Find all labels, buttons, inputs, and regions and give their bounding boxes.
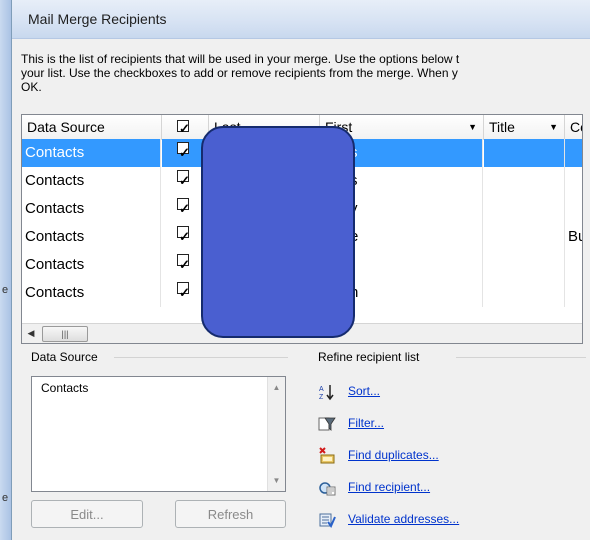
divider [456,357,586,358]
include-checkbox[interactable]: ✓ [177,282,190,300]
edit-button[interactable]: Edit... [31,500,143,528]
data-source-cell[interactable]: Contacts [22,223,161,251]
company-cell[interactable] [565,167,582,195]
company-cell[interactable] [565,139,582,167]
dropdown-arrow-icon[interactable]: ▼ [468,115,477,139]
column-header-data-source[interactable]: Data Source [22,115,162,139]
sort-az-icon: A Z [319,385,334,401]
title-cell[interactable] [484,279,565,307]
title-cell[interactable] [484,195,565,223]
list-item[interactable]: Contacts [41,381,88,395]
title-cell[interactable] [484,251,565,279]
scroll-up-icon[interactable]: ▲ [268,383,285,392]
find-recipient-link[interactable]: Find recipient... [348,480,430,494]
title-bar[interactable]: Mail Merge Recipients [12,0,590,39]
data-source-cell[interactable]: Contacts [22,139,161,167]
dropdown-arrow-icon[interactable]: ▼ [549,115,558,139]
data-source-cell[interactable]: Contacts [22,251,161,279]
instructions-text: This is the list of recipients that will… [21,52,581,94]
window-title: Mail Merge Recipients [28,11,167,27]
scroll-down-icon[interactable]: ▼ [268,476,285,485]
include-checkbox[interactable]: ✓ [177,254,190,272]
svg-text:Z: Z [319,394,324,401]
sort-link[interactable]: Sort... [348,384,380,398]
vertical-scrollbar[interactable]: ▲ ▼ [267,377,285,491]
filter-link[interactable]: Filter... [348,416,384,430]
filter-funnel-icon [318,417,336,431]
data-source-cell[interactable]: Contacts [22,195,161,223]
validate-addresses-link[interactable]: Validate addresses... [348,512,459,526]
scroll-left-icon[interactable]: ◀ [24,326,38,340]
data-source-listbox[interactable]: Contacts ▲ ▼ [31,376,286,492]
find-recipient-icon [319,482,336,496]
data-source-label: Data Source [31,350,98,364]
column-header-select-all[interactable]: ✓ [162,115,209,139]
company-cell[interactable] [565,195,582,223]
scroll-thumb[interactable]: ||| [42,326,88,342]
data-source-cell[interactable]: Contacts [22,167,161,195]
validate-addresses-icon [319,513,336,528]
instructions-line: your list. Use the checkboxes to add or … [21,66,458,80]
find-duplicates-icon [319,447,335,464]
find-duplicates-link[interactable]: Find duplicates... [348,448,439,462]
instructions-line: OK. [21,80,42,94]
column-header-company[interactable]: Co [565,115,582,139]
company-cell[interactable] [565,279,582,307]
redaction-overlay [201,126,355,338]
refine-recipient-list-label: Refine recipient list [318,350,420,364]
title-cell[interactable] [484,223,565,251]
include-checkbox[interactable]: ✓ [177,170,190,188]
title-cell[interactable] [484,167,565,195]
include-checkbox[interactable]: ✓ [177,226,190,244]
company-cell[interactable]: Bu [565,223,582,251]
company-cell[interactable] [565,251,582,279]
include-checkbox[interactable]: ✓ [177,198,190,216]
include-checkbox[interactable]: ✓ [177,142,190,160]
svg-text:A: A [319,386,324,393]
data-source-cell[interactable]: Contacts [22,279,161,307]
select-all-checkbox[interactable]: ✓ [177,120,190,136]
title-cell[interactable] [484,139,565,167]
column-header-title[interactable]: Title ▼ [484,115,565,139]
instructions-line: This is the list of recipients that will… [21,52,460,66]
divider [114,357,288,358]
background-window-edge: e e [0,0,11,540]
refresh-button[interactable]: Refresh [175,500,286,528]
